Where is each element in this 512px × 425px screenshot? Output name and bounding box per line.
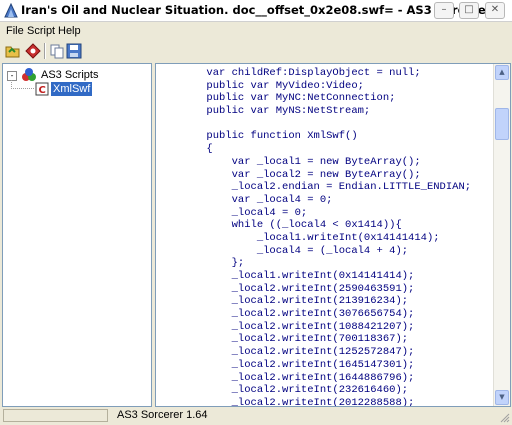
- code-line: };: [156, 257, 496, 270]
- toolbar: [0, 40, 512, 62]
- code-line: _local2.writeInt(1645147301);: [156, 359, 496, 372]
- code-line: _local2.writeInt(213916234);: [156, 295, 496, 308]
- close-button[interactable]: ✕: [485, 2, 505, 19]
- code-line: var _local4 = 0;: [156, 194, 496, 207]
- toolbar-separator: [44, 43, 46, 59]
- code-line: var _local1 = new ByteArray();: [156, 156, 496, 169]
- code-line-text: while ((_local4 < 0x1414)){: [156, 219, 402, 232]
- code-line: _local2.writeInt(2012288588);: [156, 396, 496, 407]
- code-line: _local2.writeInt(700118367);: [156, 333, 496, 346]
- code-line-text: _local2.writeInt(232616460);: [156, 384, 409, 397]
- menu-help[interactable]: Help: [58, 25, 81, 37]
- code-line: _local2.endian = Endian.LITTLE_ENDIAN;: [156, 181, 496, 194]
- scroll-thumb[interactable]: [495, 107, 509, 140]
- menu-file[interactable]: File: [6, 25, 24, 37]
- code-line-text: public var MyNS:NetStream;: [156, 105, 371, 118]
- code-line-text: _local2.writeInt(1645147301);: [156, 358, 415, 371]
- menu-script[interactable]: Script: [27, 25, 55, 37]
- tree-root-label: AS3 Scripts: [41, 69, 99, 81]
- code-line-text: var _local2 = new ByteArray();: [156, 168, 421, 181]
- code-view[interactable]: var childRef:DisplayObject = null; publi…: [155, 63, 511, 407]
- code-line-text: var childRef:DisplayObject = null;: [156, 67, 421, 79]
- code-line: while ((_local4 < 0x1414)){: [156, 219, 496, 232]
- code-line-text: public var MyNC:NetConnection;: [156, 92, 396, 105]
- chevron-down-icon: ▼: [499, 393, 505, 401]
- code-line: public function XmlSwf(): [156, 130, 496, 143]
- code-line: _local4 = (_local4 + 4);: [156, 245, 496, 258]
- script-tree: - AS3 Scripts C XmlSwf: [2, 63, 152, 407]
- copy-icon[interactable]: [49, 43, 65, 59]
- code-line-text: _local2.writeInt(1088421207);: [156, 320, 415, 333]
- code-line-text: _local2.writeInt(213916234);: [156, 295, 409, 308]
- minimize-icon: –: [441, 4, 447, 15]
- save-icon[interactable]: [66, 43, 82, 59]
- code-line: var _local2 = new ByteArray();: [156, 169, 496, 182]
- code-line-text: _local2.writeInt(1644886796);: [156, 371, 415, 384]
- title-bar: Iran's Oil and Nuclear Situation. doc__o…: [0, 0, 512, 22]
- app-icon: [4, 3, 18, 18]
- code-line-text: _local2.writeInt(1252572847);: [156, 346, 415, 359]
- code-line-text: };: [156, 257, 245, 270]
- tree-connector: [11, 80, 35, 89]
- open-icon[interactable]: [5, 43, 21, 59]
- record-icon[interactable]: [25, 43, 41, 59]
- code-line-text: _local4 = (_local4 + 4);: [156, 244, 409, 257]
- code-line: var childRef:DisplayObject = null;: [156, 67, 496, 80]
- status-text: AS3 Sorcerer 1.64: [117, 409, 208, 421]
- code-text: var childRef:DisplayObject = null; publi…: [156, 67, 496, 407]
- code-line-text: var _local1 = new ByteArray();: [156, 155, 421, 168]
- code-line: _local2.writeInt(1088421207);: [156, 321, 496, 334]
- svg-text:C: C: [39, 85, 46, 96]
- status-pane: [3, 409, 108, 422]
- code-line: _local2.writeInt(3076656754);: [156, 308, 496, 321]
- code-line-text: _local1.writeInt(0x14141414);: [156, 231, 440, 244]
- code-line: _local4 = 0;: [156, 207, 496, 220]
- code-line-text: _local2.writeInt(700118367);: [156, 333, 409, 346]
- maximize-button[interactable]: □: [459, 2, 479, 19]
- code-line: _local1.writeInt(0x14141414);: [156, 270, 496, 283]
- code-line-text: public var MyVideo:Video;: [156, 79, 364, 92]
- code-line-text: _local2.writeInt(2012288588);: [156, 396, 415, 407]
- code-line: _local2.writeInt(1644886796);: [156, 372, 496, 385]
- scroll-down-button[interactable]: ▼: [495, 390, 509, 405]
- menu-bar: File Script Help: [0, 22, 512, 40]
- tree-item-label: XmlSwf: [51, 82, 93, 96]
- code-line-text: _local2.writeInt(2590463591);: [156, 282, 415, 295]
- code-line-text: _local2.endian = Endian.LITTLE_ENDIAN;: [156, 181, 472, 194]
- code-line-text: _local2.writeInt(3076656754);: [156, 308, 415, 321]
- code-line-text: public function XmlSwf(): [156, 130, 358, 143]
- class-icon: C: [35, 82, 49, 96]
- vertical-scrollbar[interactable]: ▲ ▼: [493, 64, 510, 406]
- close-icon: ✕: [490, 4, 500, 15]
- status-bar: AS3 Sorcerer 1.64: [0, 407, 512, 425]
- minimize-button[interactable]: –: [434, 2, 454, 19]
- code-line: public var MyVideo:Video;: [156, 80, 496, 93]
- code-line: _local2.writeInt(2590463591);: [156, 283, 496, 296]
- code-line: public var MyNS:NetStream;: [156, 105, 496, 118]
- resize-grip-icon[interactable]: [500, 413, 510, 423]
- chevron-up-icon: ▲: [499, 68, 505, 76]
- code-line-text: {: [156, 143, 213, 156]
- code-line: _local2.writeInt(1252572847);: [156, 346, 496, 359]
- code-line-text: _local1.writeInt(0x14141414);: [156, 270, 415, 282]
- maximize-icon: □: [464, 4, 474, 15]
- code-line: _local1.writeInt(0x14141414);: [156, 232, 496, 245]
- code-line: {: [156, 143, 496, 156]
- code-line-text: _local4 = 0;: [156, 206, 308, 219]
- code-line-text: var _local4 = 0;: [156, 193, 333, 206]
- code-line: public var MyNC:NetConnection;: [156, 92, 496, 105]
- code-line: _local2.writeInt(232616460);: [156, 384, 496, 397]
- scroll-up-button[interactable]: ▲: [495, 65, 509, 80]
- window-title: Iran's Oil and Nuclear Situation. doc__o…: [21, 3, 492, 17]
